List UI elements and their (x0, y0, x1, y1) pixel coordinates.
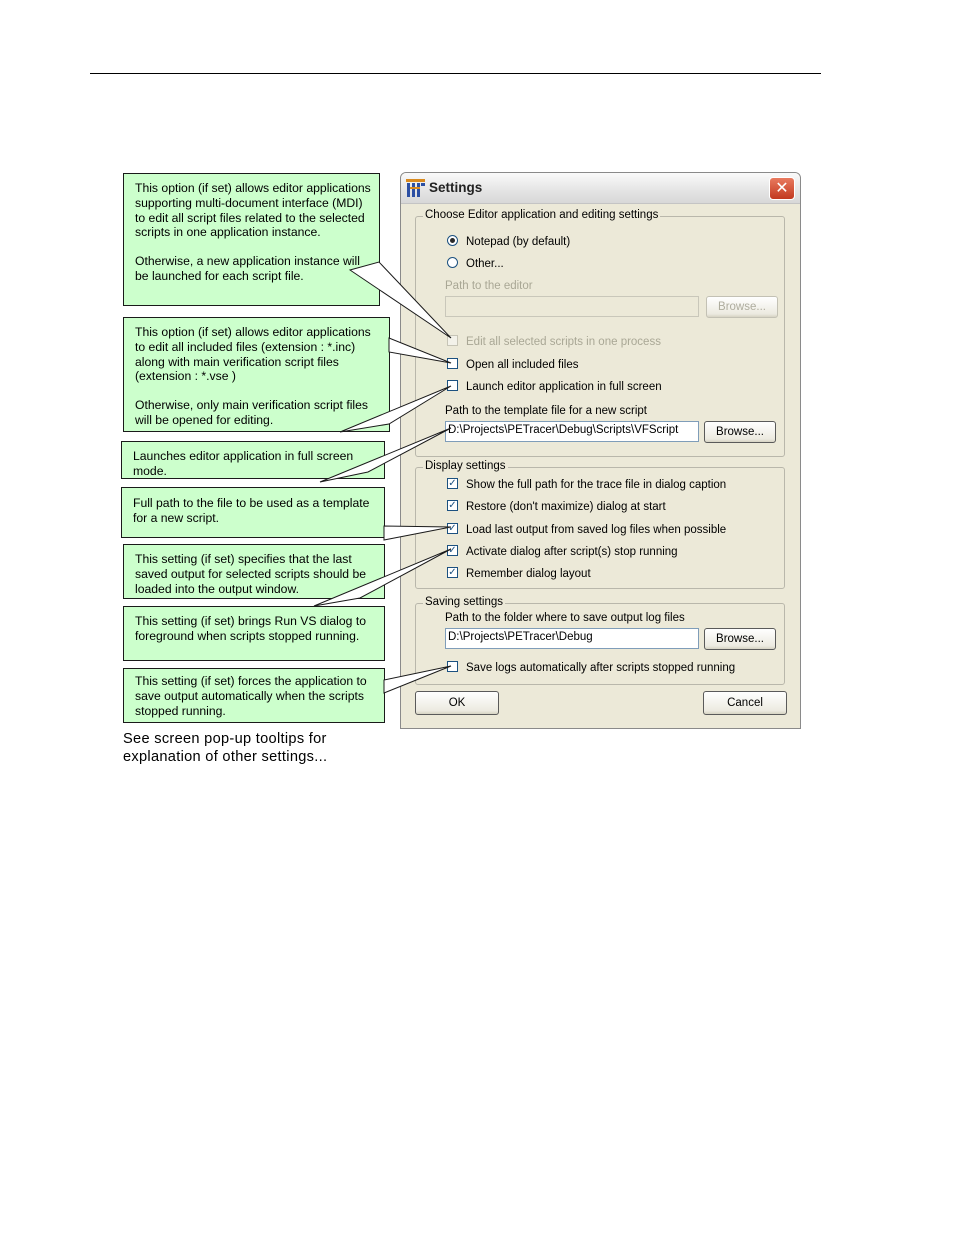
leader-activate-dialog (313, 548, 452, 607)
leader-mdi (348, 261, 452, 339)
leader-included-files (388, 337, 452, 364)
callout-leaders (313, 261, 452, 694)
leader-template-path (319, 427, 452, 483)
leader-load-output (383, 525, 452, 541)
leader-auto-save (383, 665, 452, 694)
leader-full-screen (339, 385, 452, 433)
